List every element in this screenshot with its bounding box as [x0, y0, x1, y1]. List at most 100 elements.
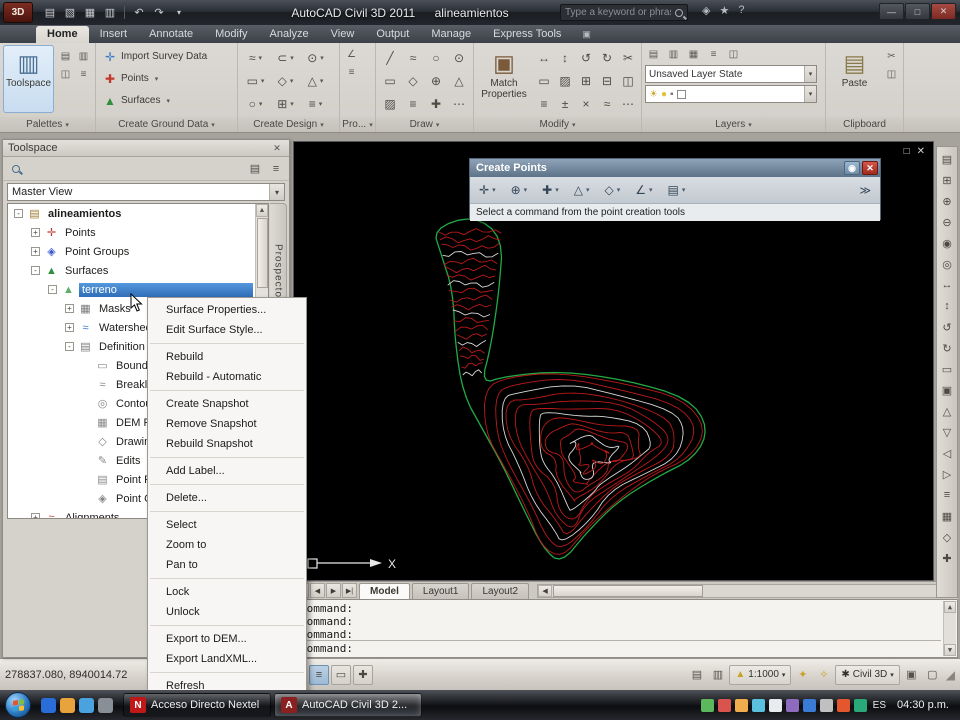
- panel-label-palettes[interactable]: Palettes ▾: [0, 117, 95, 132]
- chamfer-tool-icon[interactable]: ±: [555, 93, 575, 115]
- plot-icon[interactable]: ▥: [101, 4, 119, 22]
- copy-clip-icon[interactable]: ◫: [883, 66, 900, 83]
- quicklaunch-desktop-icon[interactable]: [98, 697, 113, 713]
- points-misc-dropdown[interactable]: ✛ ▾: [475, 180, 500, 200]
- scrollbar-thumb[interactable]: [553, 584, 704, 597]
- tray-icon[interactable]: [751, 698, 765, 712]
- arc-tool-icon[interactable]: ⊙: [448, 47, 470, 69]
- tray-icon[interactable]: [802, 698, 816, 712]
- command-window[interactable]: Command: Command: Command: Command: ▲ ▼: [293, 599, 958, 658]
- next-view-icon[interactable]: ▷: [938, 464, 956, 484]
- panel-label-layers[interactable]: Layers ▾: [642, 117, 825, 132]
- layer-properties-icon[interactable]: ▤: [645, 46, 662, 63]
- menu-item-create-snapshot[interactable]: Create Snapshot: [148, 394, 306, 414]
- palette-more-icon[interactable]: ≡: [75, 66, 92, 83]
- pointer-tool-icon[interactable]: ▤: [938, 149, 956, 169]
- target-icon[interactable]: ◎: [938, 254, 956, 274]
- fillet-tool-icon[interactable]: ≡: [534, 93, 554, 115]
- match-properties-button[interactable]: ▣ Match Properties: [477, 45, 531, 113]
- tray-icon[interactable]: [734, 698, 748, 712]
- copy-tool-icon[interactable]: ↕: [555, 47, 575, 69]
- collapse-icon[interactable]: -: [31, 266, 40, 275]
- ribbon-tab-insert[interactable]: Insert: [89, 26, 139, 43]
- palette-titlebar[interactable]: Toolspace ✕: [3, 140, 289, 157]
- rotate-tool-icon[interactable]: ↺: [576, 47, 596, 69]
- clock[interactable]: 04:30 p.m.: [892, 699, 954, 711]
- line-tool-icon[interactable]: ╱: [379, 47, 401, 69]
- more-draw-icon[interactable]: ⋯: [448, 93, 470, 115]
- rotate-cw-icon[interactable]: ↻: [938, 338, 956, 358]
- annotation-visibility-icon[interactable]: ✦: [793, 665, 812, 685]
- expand-icon[interactable]: +: [65, 304, 74, 313]
- toolbar-expand-icon[interactable]: ≫: [855, 180, 875, 200]
- help-search-box[interactable]: Type a keyword or phrase: [560, 4, 688, 21]
- quicklaunch-folder-icon[interactable]: [60, 697, 75, 713]
- tray-icon[interactable]: [768, 698, 782, 712]
- ribbon-tab-analyze[interactable]: Analyze: [259, 26, 320, 43]
- menu-item-export-to-dem[interactable]: Export to DEM...: [148, 629, 306, 649]
- application-menu-button[interactable]: 3D: [3, 2, 33, 23]
- prev-layout-icon[interactable]: ◀: [310, 583, 325, 598]
- gradient-tool-icon[interactable]: ≡: [402, 93, 424, 115]
- move-tool-icon[interactable]: ↔: [534, 47, 554, 69]
- sheet-set-icon[interactable]: ◫: [57, 66, 74, 83]
- open-icon[interactable]: ▧: [61, 4, 79, 22]
- diamond-icon[interactable]: ◇: [938, 527, 956, 547]
- close-button[interactable]: ✕: [931, 3, 956, 20]
- list-icon[interactable]: ≡: [938, 485, 956, 505]
- autoscale-icon[interactable]: ✧: [814, 665, 833, 685]
- scale-tool-icon[interactable]: ▨: [555, 70, 575, 92]
- plus-icon[interactable]: ✚: [938, 548, 956, 568]
- menu-item-remove-snapshot[interactable]: Remove Snapshot: [148, 414, 306, 434]
- layer-freeze-icon[interactable]: ▦: [685, 46, 702, 63]
- previous-view-icon[interactable]: ◁: [938, 443, 956, 463]
- panel-label-ground[interactable]: Create Ground Data ▾: [96, 117, 237, 132]
- ribbon-tab-manage[interactable]: Manage: [420, 26, 482, 43]
- polyline-tool-icon[interactable]: ≈: [402, 47, 424, 69]
- layer-isolate-icon[interactable]: ▥: [665, 46, 682, 63]
- taskbar-button-autocad[interactable]: A AutoCAD Civil 3D 2...: [274, 693, 422, 717]
- palette-close-icon[interactable]: ✕: [270, 143, 284, 154]
- panel-label-profile[interactable]: Pro... ▾: [340, 117, 375, 132]
- rectangle-icon[interactable]: ▭: [938, 359, 956, 379]
- pan-horizontal-icon[interactable]: ↔: [938, 275, 956, 295]
- menu-item-add-label[interactable]: Add Label...: [148, 461, 306, 481]
- triangle-down-icon[interactable]: ▽: [938, 422, 956, 442]
- quicklaunch-browser-icon[interactable]: [41, 697, 56, 713]
- tray-icon[interactable]: [836, 698, 850, 712]
- points-menu-button[interactable]: ✚ Points ▾: [99, 68, 211, 89]
- more-modify-icon[interactable]: ⋯: [618, 93, 638, 115]
- zoom-in-icon[interactable]: ⊕: [938, 191, 956, 211]
- annotation-scale-button[interactable]: ▲ 1:1000 ▾: [729, 664, 792, 685]
- coordinates-readout[interactable]: 278837.080, 8940014.72: [5, 669, 153, 681]
- communication-center-icon[interactable]: ◈: [702, 4, 710, 17]
- ribbon-tab-view[interactable]: View: [320, 26, 366, 43]
- scrollbar-thumb[interactable]: [256, 218, 268, 288]
- qat-dropdown-icon[interactable]: ▾: [170, 4, 188, 22]
- parcel-tool-icon[interactable]: ▭ ▾: [241, 70, 270, 92]
- horizontal-scrollbar[interactable]: ◀ ▶: [537, 583, 956, 598]
- start-button[interactable]: [5, 692, 31, 718]
- menu-item-select[interactable]: Select: [148, 515, 306, 535]
- collapse-icon[interactable]: -: [65, 342, 74, 351]
- model-space-icon[interactable]: ▤: [687, 665, 706, 685]
- drawing-restore-icon[interactable]: □: [904, 146, 910, 157]
- pipe-tool-icon[interactable]: ○ ▾: [241, 93, 270, 115]
- grading-tool-icon[interactable]: ◇ ▾: [271, 70, 300, 92]
- array-tool-icon[interactable]: ⊞: [576, 70, 596, 92]
- workspace-switcher[interactable]: ✱ Civil 3D ▾: [835, 664, 900, 685]
- palette-panorama-icon[interactable]: ▤: [246, 160, 264, 178]
- ribbon-tab-home[interactable]: Home: [36, 26, 89, 43]
- offset-tool-icon[interactable]: ⊟: [597, 70, 617, 92]
- circle-tool-icon[interactable]: ○: [425, 47, 447, 69]
- layer-lock-icon[interactable]: ◫: [725, 46, 742, 63]
- stretch-tool-icon[interactable]: ▭: [534, 70, 554, 92]
- create-points-close-icon[interactable]: ✕: [862, 161, 878, 175]
- quicklaunch-media-icon[interactable]: [79, 697, 94, 713]
- explode-tool-icon[interactable]: ◫: [618, 70, 638, 92]
- status-menu-icon[interactable]: ◢: [946, 668, 955, 682]
- alignment-tool-icon[interactable]: ≈ ▾: [241, 47, 270, 69]
- points-surface-dropdown[interactable]: △ ▾: [570, 180, 594, 200]
- command-scrollbar[interactable]: ▲ ▼: [943, 601, 956, 656]
- menu-item-rebuild-snapshot[interactable]: Rebuild Snapshot: [148, 434, 306, 454]
